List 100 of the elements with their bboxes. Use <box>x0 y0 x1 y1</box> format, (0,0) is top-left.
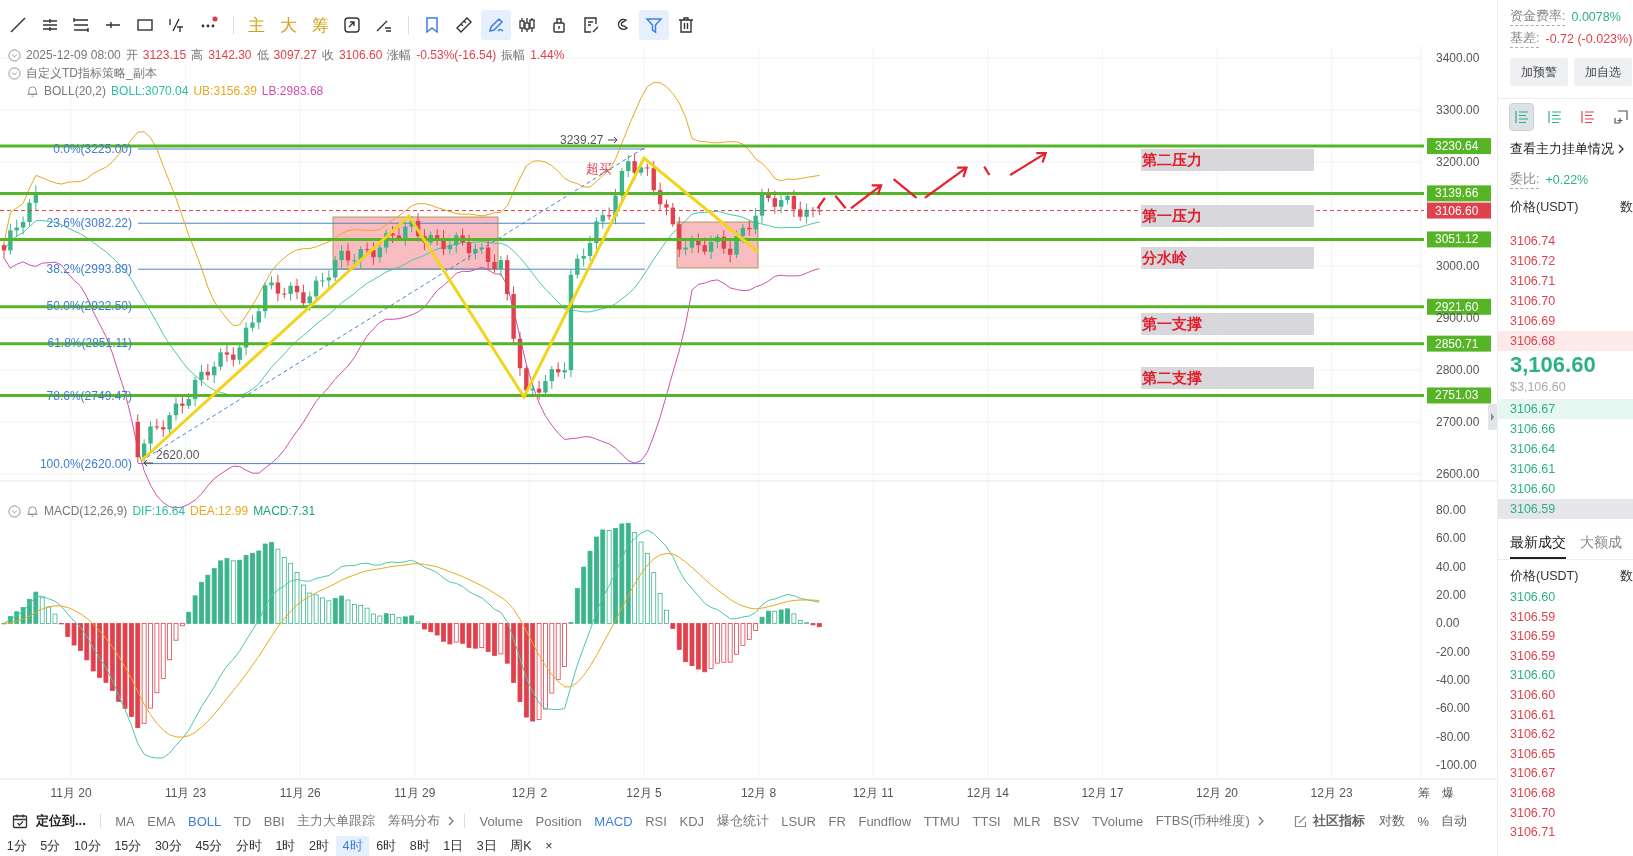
toolbar-text-button[interactable]: 筹 <box>305 10 336 40</box>
trade-price: 3106.60 <box>1509 686 1557 704</box>
indicator-tab[interactable]: TTMU <box>917 813 967 829</box>
timeframe-tab[interactable]: 周K <box>503 836 539 856</box>
indicator-tab[interactable]: Fundflow <box>852 813 918 829</box>
axis-toggle[interactable]: 爆 <box>1442 786 1454 800</box>
indicator-tab[interactable]: Volume <box>473 813 530 829</box>
trades-tab[interactable]: 大额成 <box>1580 529 1622 559</box>
timeframe-tab[interactable]: 5分 <box>33 836 68 856</box>
chart-option-button[interactable]: 对数 <box>1373 812 1412 830</box>
macd-axis-label: -40.00 <box>1436 673 1471 688</box>
indicator-tab[interactable]: Position <box>529 813 589 829</box>
price-tag: 3230.64 <box>1427 138 1491 155</box>
indicator-tab[interactable]: MLR <box>1006 813 1047 829</box>
date-axis-label: 11月 29 <box>394 786 436 800</box>
trade-price: 3106.60 <box>1509 589 1557 606</box>
indicator-value: DEA:12.99 <box>190 504 249 518</box>
indicator-tab[interactable]: FTBS(币种维度) <box>1149 812 1256 830</box>
price-tag: 2751.03 <box>1427 387 1491 404</box>
ohlc-label: 高 <box>191 46 204 64</box>
ohlc-value: 3123.15 <box>142 48 187 62</box>
zone-label: 第一支撑 <box>1141 313 1314 335</box>
ohlc-value: 3106.60 <box>338 48 383 62</box>
date-axis-label: 11月 23 <box>165 786 207 800</box>
trade-price: 3106.60 <box>1509 667 1557 685</box>
zone-label: 分水岭 <box>1141 247 1314 269</box>
indicator-tab[interactable]: 筹码分布 <box>381 812 447 830</box>
timeframe-tab[interactable]: 4时 <box>335 836 370 856</box>
macd-axis-label: 0.00 <box>1436 616 1460 631</box>
indicator-tab[interactable]: MACD <box>588 813 639 829</box>
indicator-tab[interactable]: TD <box>227 813 258 829</box>
ask-price: 3106.68 <box>1498 331 1633 351</box>
timeframe-tab[interactable]: 2时 <box>302 836 336 856</box>
price-tag: 2850.71 <box>1427 335 1491 352</box>
timeframe-tab[interactable]: 3日 <box>469 836 504 856</box>
indicator-tab[interactable]: TVolume <box>1085 813 1150 829</box>
chart-option-button[interactable]: % <box>1411 813 1435 829</box>
ohlc-datetime: 2025-12-09 08:00 <box>26 48 121 62</box>
timeframe-tab[interactable]: 6时 <box>369 836 403 856</box>
chart-option-button[interactable]: 自动 <box>1435 812 1473 830</box>
funding-rate-value: 0.0078% <box>1571 10 1621 24</box>
macd-axis-label: -60.00 <box>1436 701 1471 716</box>
macd-axis-label: 60.00 <box>1436 531 1467 546</box>
indicator-tab[interactable]: TTSI <box>966 813 1007 829</box>
fibonacci-label: 100.0%(2620.00) <box>39 456 132 471</box>
indicator-tab[interactable]: BOLL <box>181 813 228 829</box>
community-indicators-button[interactable]: 社区指标 <box>1286 812 1374 830</box>
indicator-tab[interactable]: BBI <box>257 813 292 829</box>
axis-toggle[interactable]: 筹 <box>1418 786 1430 800</box>
price-axis-label: 2800.00 <box>1436 363 1480 377</box>
locate-button[interactable]: 定位到... <box>8 812 92 830</box>
indicator-name: MACD(12,26,9) <box>44 504 128 518</box>
timeframe-tab[interactable]: 8时 <box>402 836 437 856</box>
indicator-tab[interactable]: EMA <box>140 813 182 829</box>
order-book-link[interactable]: 查看主力挂单情况 <box>1498 133 1625 165</box>
ohlc-label: 涨幅 <box>387 46 412 64</box>
timeframe-tab[interactable]: 1时 <box>268 836 303 856</box>
indicator-tab[interactable]: KDJ <box>673 813 711 829</box>
timeframe-tab[interactable]: 分时 <box>229 836 269 856</box>
timeframe-tab[interactable]: 45分 <box>188 836 230 856</box>
date-axis-label: 12月 11 <box>852 786 894 800</box>
indicator-tab[interactable]: BSV <box>1047 813 1086 829</box>
price-tag: 3139.66 <box>1427 185 1491 202</box>
indicator-tab[interactable]: 爆仓统计 <box>710 812 775 830</box>
macd-axis-label: 80.00 <box>1436 503 1467 517</box>
indicator-tab[interactable]: RSI <box>638 813 674 829</box>
date-axis-label: 12月 23 <box>1310 786 1353 800</box>
trade-price: 3106.59 <box>1509 608 1557 626</box>
trades-tab[interactable]: 最新成交 <box>1510 529 1566 559</box>
zone-label: 第二支撑 <box>1141 367 1314 389</box>
timeframe-tab[interactable]: 30分 <box>148 836 189 856</box>
panel-button[interactable]: 加预警 <box>1510 58 1568 86</box>
indicator-value: BOLL:3070.04 <box>111 84 189 98</box>
price-axis-label: 2700.00 <box>1436 415 1480 429</box>
timeframe-tab[interactable]: 1日 <box>436 836 470 856</box>
date-axis-label: 12月 2 <box>511 786 548 800</box>
fibonacci-label: 23.6%(3082.22) <box>46 216 132 231</box>
trade-price: 3106.62 <box>1509 726 1557 744</box>
basis-label: 基差: <box>1510 30 1540 48</box>
timeframe-tab[interactable]: 10分 <box>67 836 108 856</box>
indicator-tab[interactable]: 主力大单跟踪 <box>291 812 382 830</box>
trade-price: 3106.61 <box>1509 706 1557 724</box>
bid-price: 3106.61 <box>1509 461 1557 478</box>
last-price: 3,106.60 <box>1509 351 1597 379</box>
date-axis-label: 12月 17 <box>1081 786 1124 800</box>
high-price-label: 3239.27 <box>560 133 604 147</box>
strategy-name: 自定义TD指标策略_副本 <box>26 64 157 82</box>
last-price-usd: $3,106.60 <box>1509 379 1567 395</box>
bid-price: 3106.60 <box>1509 481 1557 498</box>
close-button[interactable]: × <box>538 836 560 856</box>
indicator-tab[interactable]: FR <box>822 813 853 829</box>
macd-axis-label: -20.00 <box>1436 644 1471 659</box>
price-tag: 3051.12 <box>1427 231 1491 248</box>
fibonacci-label: 61.8%(2851.11) <box>47 336 132 351</box>
trade-price: 3106.68 <box>1509 784 1557 802</box>
timeframe-tab[interactable]: 15分 <box>107 836 149 856</box>
panel-button[interactable]: 加自选 <box>1574 58 1632 86</box>
indicator-tab[interactable]: MA <box>108 813 141 829</box>
timeframe-tab[interactable]: 1分 <box>0 836 34 856</box>
indicator-tab[interactable]: LSUR <box>774 813 823 829</box>
